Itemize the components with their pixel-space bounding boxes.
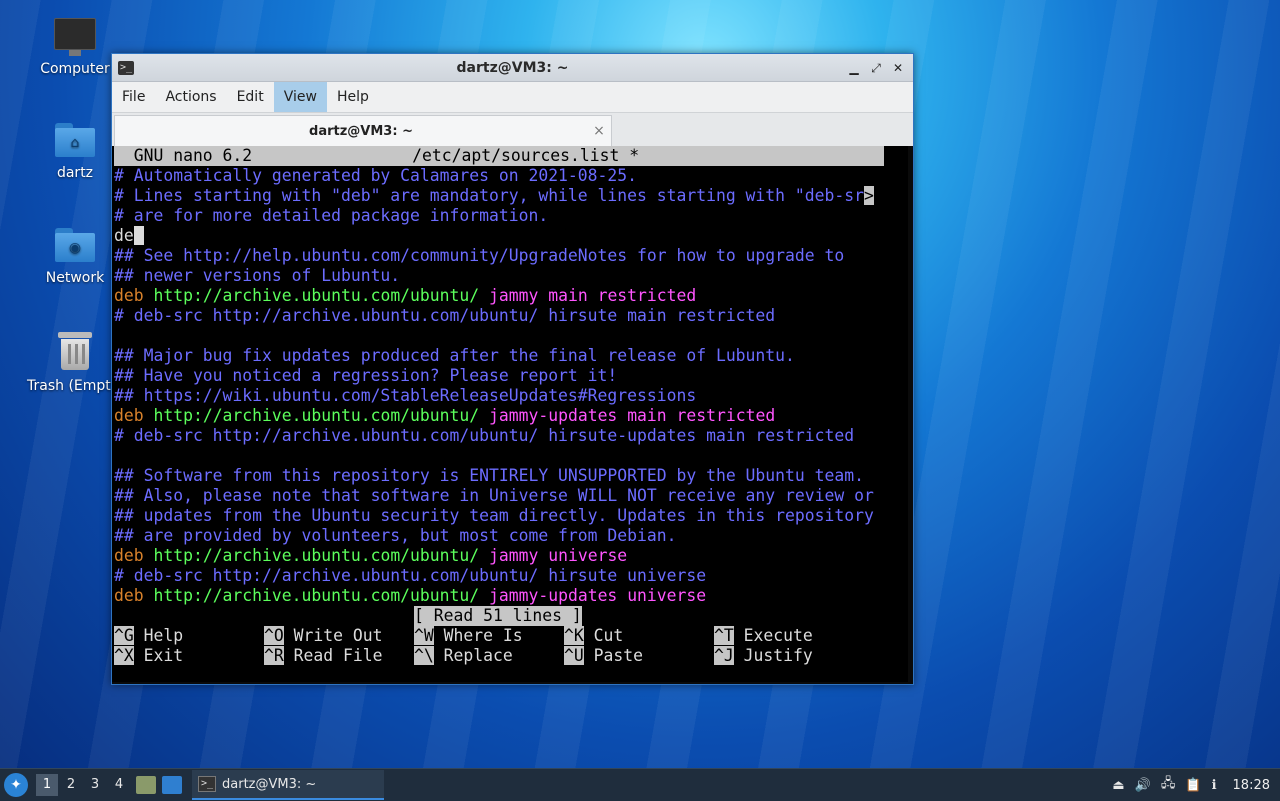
terminal-icon: >_: [198, 776, 216, 792]
menu-file[interactable]: File: [112, 82, 155, 112]
editor-line-deb: deb http://archive.ubuntu.com/ubuntu/ ja…: [114, 286, 697, 305]
desktop-icon-label: Network: [45, 270, 105, 286]
shortcut-execute[interactable]: ^T Execute: [714, 626, 813, 646]
nano-version: GNU nano 6.2: [114, 146, 253, 165]
taskbar: ✦ 1 2 3 4 >_ dartz@VM3: ~ ⏏ 🔊 🖧 📋 ℹ 18:2…: [0, 768, 1280, 801]
shortcut-justify[interactable]: ^J Justify: [714, 646, 813, 666]
start-menu-icon[interactable]: ✦: [4, 773, 28, 797]
editor-line: # deb-src http://archive.ubuntu.com/ubun…: [114, 566, 707, 585]
terminal-icon[interactable]: >_: [118, 60, 134, 75]
menu-help[interactable]: Help: [327, 82, 379, 112]
shortcut-write-out[interactable]: ^O Write Out: [264, 626, 382, 646]
editor-line: ## Also, please note that software in Un…: [114, 486, 874, 505]
desktop-icon-label: dartz: [56, 165, 94, 181]
workspace-1[interactable]: 1: [36, 774, 58, 796]
nano-filename: /etc/apt/sources.list *: [412, 146, 640, 165]
workspace-3[interactable]: 3: [84, 774, 106, 796]
trash-icon: [58, 332, 92, 370]
minimize-icon[interactable]: ▁: [845, 59, 863, 77]
shortcut-help[interactable]: ^G Help: [114, 626, 183, 646]
network-icon[interactable]: 🖧: [1161, 774, 1176, 796]
close-icon[interactable]: ✕: [889, 59, 907, 77]
editor-line: # deb-src http://archive.ubuntu.com/ubun…: [114, 306, 776, 325]
tab-bar: dartz@VM3: ~ ×: [112, 113, 913, 146]
shortcut-replace[interactable]: ^\ Replace: [414, 646, 513, 666]
desktop-icon-network[interactable]: ◉ Network: [27, 228, 123, 286]
editor-line-deb: deb http://archive.ubuntu.com/ubuntu/ ja…: [114, 586, 707, 605]
workspace-4[interactable]: 4: [108, 774, 130, 796]
menubar: File Actions Edit View Help: [112, 82, 913, 113]
task-label: dartz@VM3: ~: [222, 776, 317, 792]
menu-edit[interactable]: Edit: [227, 82, 274, 112]
show-desktop-icon[interactable]: [162, 776, 182, 794]
editor-line: ## Have you noticed a regression? Please…: [114, 366, 618, 385]
nano-status: [ Read 51 lines ]: [414, 606, 582, 626]
window-titlebar[interactable]: >_ dartz@VM3: ~ ▁ ⤢ ✕: [112, 54, 913, 82]
clipboard-icon[interactable]: 📋: [1185, 778, 1201, 793]
terminal-content[interactable]: GNU nano 6.2/etc/apt/sources.list * # Au…: [112, 146, 908, 682]
editor-line: ## Major bug fix updates produced after …: [114, 346, 795, 365]
editor-line: # Lines starting with "deb" are mandator…: [114, 186, 874, 205]
desktop-icon-computer[interactable]: Computer: [27, 18, 123, 77]
editor-line: # are for more detailed package informat…: [114, 206, 549, 225]
line-overflow-marker: >: [863, 186, 874, 205]
tray-arrow-icon[interactable]: ⏏: [1112, 778, 1124, 793]
editor-line: ## https://wiki.ubuntu.com/StableRelease…: [114, 386, 697, 405]
desktop-icon-label: Trash (Empty): [27, 378, 125, 394]
shortcut-read-file[interactable]: ^R Read File: [264, 646, 382, 666]
editor-line: ## See http://help.ubuntu.com/community/…: [114, 246, 845, 265]
system-tray: ⏏ 🔊 🖧 📋 ℹ 18:28: [1112, 774, 1270, 796]
tab-label: dartz@VM3: ~: [309, 123, 413, 139]
shortcut-paste[interactable]: ^U Paste: [564, 646, 643, 666]
window-title: dartz@VM3: ~: [456, 59, 569, 76]
terminal-window: >_ dartz@VM3: ~ ▁ ⤢ ✕ File Actions Edit …: [111, 53, 914, 685]
home-folder-icon: ⌂: [55, 123, 95, 157]
menu-actions[interactable]: Actions: [155, 82, 226, 112]
editor-line: # deb-src http://archive.ubuntu.com/ubun…: [114, 426, 855, 445]
maximize-icon[interactable]: ⤢: [867, 59, 885, 77]
desktop-icon-label: Computer: [40, 61, 110, 77]
editor-line: ## newer versions of Lubuntu.: [114, 266, 401, 285]
editor-line: ## Software from this repository is ENTI…: [114, 466, 864, 485]
shortcut-exit[interactable]: ^X Exit: [114, 646, 183, 666]
computer-icon: [54, 18, 96, 56]
editor-line: ## updates from the Ubuntu security team…: [114, 506, 874, 525]
text-cursor: [133, 226, 144, 245]
shortcut-cut[interactable]: ^K Cut: [564, 626, 623, 646]
desktop-icon-home[interactable]: ⌂ dartz: [27, 123, 123, 181]
nano-header: GNU nano 6.2/etc/apt/sources.list *: [114, 146, 884, 166]
network-folder-icon: ◉: [55, 228, 95, 262]
workspace-2[interactable]: 2: [60, 774, 82, 796]
editor-line-cursor: de: [114, 226, 144, 246]
shortcut-where-is[interactable]: ^W Where Is: [414, 626, 523, 646]
editor-line-deb: deb http://archive.ubuntu.com/ubuntu/ ja…: [114, 406, 776, 425]
file-manager-icon[interactable]: [136, 776, 156, 794]
desktop-icon-trash[interactable]: Trash (Empty): [27, 332, 125, 394]
editor-line: # Automatically generated by Calamares o…: [114, 166, 638, 185]
editor-line: ## are provided by volunteers, but most …: [114, 526, 677, 545]
update-notifier-icon[interactable]: ℹ: [1212, 778, 1217, 793]
volume-icon[interactable]: 🔊: [1135, 778, 1151, 793]
menu-view[interactable]: View: [273, 82, 327, 112]
taskbar-task-terminal[interactable]: >_ dartz@VM3: ~: [192, 770, 384, 800]
terminal-tab[interactable]: dartz@VM3: ~ ×: [114, 115, 612, 146]
editor-line-deb: deb http://archive.ubuntu.com/ubuntu/ ja…: [114, 546, 628, 565]
clock[interactable]: 18:28: [1233, 778, 1270, 793]
tab-close-icon[interactable]: ×: [587, 123, 611, 139]
